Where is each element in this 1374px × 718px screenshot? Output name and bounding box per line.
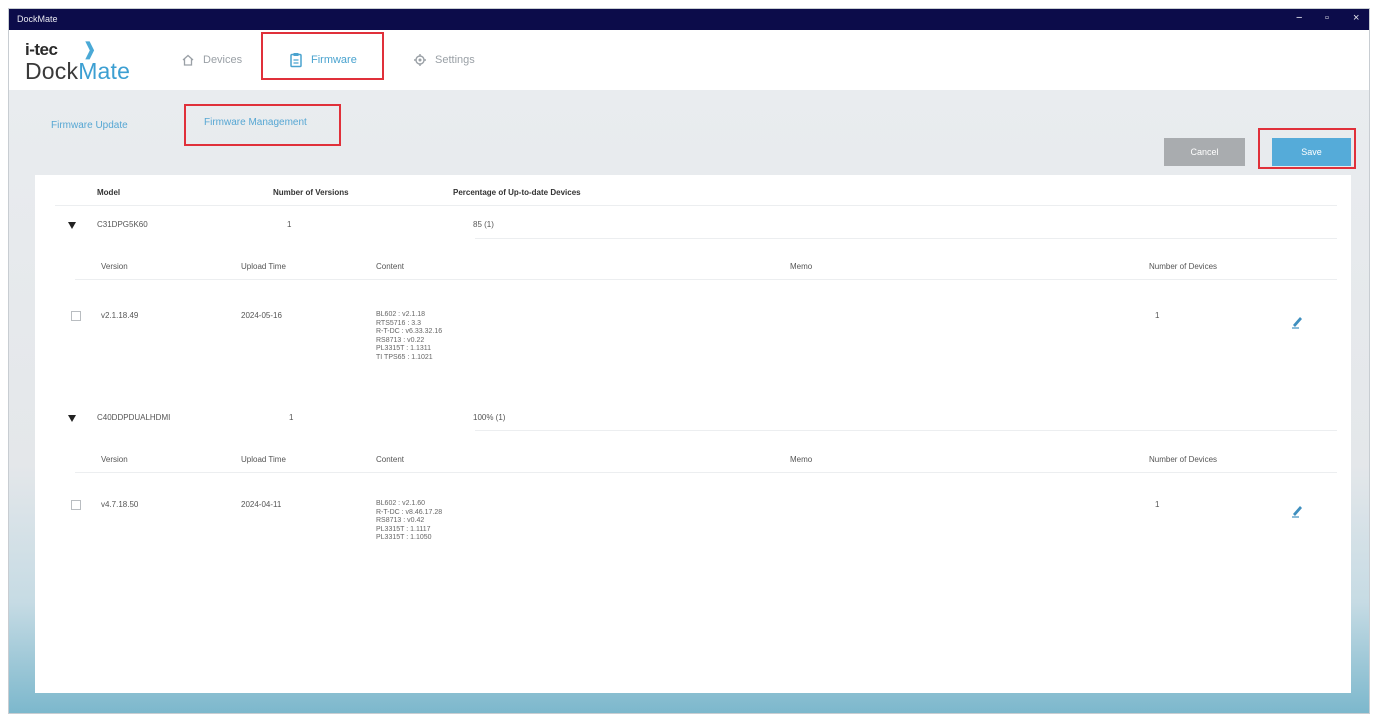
gear-icon xyxy=(413,53,427,67)
subheader-memo: Memo xyxy=(790,455,813,464)
row-upload-time: 2024-05-16 xyxy=(241,311,282,320)
row-content-list: BL602 : v2.1.18 RTS5716 : 3.3 R-T-DC : v… xyxy=(376,311,442,363)
subheader-divider xyxy=(75,279,1337,280)
logo-brand-text: i-tec xyxy=(25,40,58,59)
edit-pencil-icon[interactable] xyxy=(1290,502,1304,523)
highlight-box-save xyxy=(1258,128,1356,169)
nav-item-label: Settings xyxy=(435,54,475,66)
subheader-version: Version xyxy=(101,455,128,464)
content-line: PL3315T : 1.1050 xyxy=(376,534,432,542)
content-line: BL602 : v2.1.60 xyxy=(376,500,426,507)
nav-item-settings[interactable]: Settings xyxy=(413,49,475,71)
header-model: Model xyxy=(97,188,121,197)
app-window: DockMate − ▫ × i-tec ❱ DockMate Devices … xyxy=(8,8,1370,714)
nav-item-devices[interactable]: Devices xyxy=(181,49,242,71)
content-line: RS8713 : v0.22 xyxy=(376,336,425,344)
group-divider xyxy=(475,238,1337,239)
row-version: v4.7.18.50 xyxy=(101,500,139,509)
logo-dock-text: Dock xyxy=(25,58,79,84)
group-percentage: 100% (1) xyxy=(473,413,506,422)
row-number-of-devices: 1 xyxy=(1155,311,1160,320)
expand-toggle-icon[interactable] xyxy=(68,222,76,229)
subheader-content: Content xyxy=(376,455,405,464)
expand-toggle-icon[interactable] xyxy=(68,415,76,422)
subheader-divider xyxy=(75,472,1337,473)
row-content-list: BL602 : v2.1.60 R-T-DC : v8.46.17.28 RS8… xyxy=(376,500,442,543)
group-model: C31DPG5K60 xyxy=(97,220,148,229)
subheader-version: Version xyxy=(101,262,128,271)
group-versions: 1 xyxy=(289,413,294,422)
subheader-number-of-devices: Number of Devices xyxy=(1149,455,1218,464)
title-bar: DockMate − ▫ × xyxy=(9,9,1369,30)
header-percentage-up-to-date: Percentage of Up-to-date Devices xyxy=(453,188,581,197)
subheader-memo: Memo xyxy=(790,262,813,271)
highlight-box-nav-firmware xyxy=(261,32,384,80)
cancel-button[interactable]: Cancel xyxy=(1164,138,1245,166)
firmware-management-panel: Model Number of Versions Percentage of U… xyxy=(35,175,1351,693)
logo-mate-text: Mate xyxy=(78,58,131,84)
close-button[interactable]: × xyxy=(1353,12,1359,24)
content-line: R-T-DC : v6.33.32.16 xyxy=(376,328,443,336)
maximize-button[interactable]: ▫ xyxy=(1325,12,1329,24)
group-versions: 1 xyxy=(287,220,292,229)
row-checkbox[interactable] xyxy=(71,311,81,321)
subheader-upload-time: Upload Time xyxy=(241,455,286,464)
home-icon xyxy=(181,53,195,67)
row-checkbox[interactable] xyxy=(71,500,81,510)
row-upload-time: 2024-04-11 xyxy=(241,500,282,509)
minimize-button[interactable]: − xyxy=(1296,12,1302,24)
group-model: C40DDPDUALHDMI xyxy=(97,413,171,422)
header-number-of-versions: Number of Versions xyxy=(273,188,349,197)
edit-pencil-icon[interactable] xyxy=(1290,313,1304,334)
highlight-box-subtab xyxy=(184,104,341,146)
content-line: TI TPS65 : 1.1021 xyxy=(376,353,433,361)
content-line: R-T-DC : v8.46.17.28 xyxy=(376,508,443,516)
content-line: RTS5716 : 3.3 xyxy=(376,319,422,327)
subheader-content: Content xyxy=(376,262,405,271)
logo-product-text: DockMate xyxy=(25,58,130,85)
subheader-number-of-devices: Number of Devices xyxy=(1149,262,1218,271)
row-version: v2.1.18.49 xyxy=(101,311,139,320)
group-divider xyxy=(475,430,1337,431)
app-header: i-tec ❱ DockMate Devices Firmware Settin… xyxy=(9,30,1369,90)
content-line: BL602 : v2.1.18 xyxy=(376,311,426,318)
header-divider xyxy=(55,205,1337,206)
content-line: PL3315T : 1.1117 xyxy=(376,525,431,533)
subtab-firmware-update[interactable]: Firmware Update xyxy=(51,120,128,131)
row-number-of-devices: 1 xyxy=(1155,500,1160,509)
content-line: PL3315T : 1.1311 xyxy=(376,345,432,353)
window-title: DockMate xyxy=(17,14,58,24)
content-line: RS8713 : v0.42 xyxy=(376,517,425,525)
subheader-upload-time: Upload Time xyxy=(241,262,286,271)
group-percentage: 85 (1) xyxy=(473,220,494,229)
nav-item-label: Devices xyxy=(203,54,243,66)
logo-arrow-icon: ❱ xyxy=(82,39,98,59)
